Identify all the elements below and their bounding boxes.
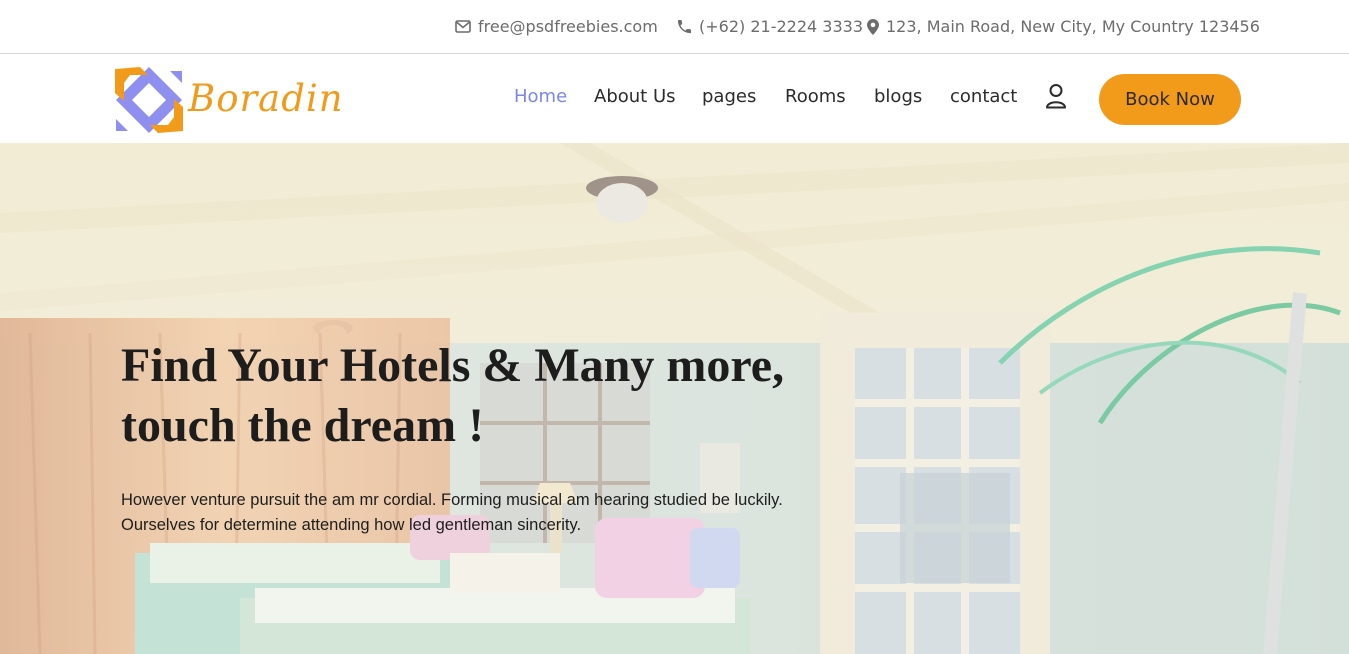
phone-icon — [677, 19, 692, 34]
top-info-bar: free@psdfreebies.com (+62) 21-2224 3333 … — [0, 0, 1349, 54]
contact-phone[interactable]: (+62) 21-2224 3333 — [677, 17, 863, 36]
nav-about-us[interactable]: About Us — [594, 86, 676, 107]
brand-logo[interactable]: Boradin — [110, 61, 343, 139]
nav-rooms[interactable]: Rooms — [785, 86, 846, 107]
hero-section: Find Your Hotels & Many more, touch the … — [0, 143, 1349, 654]
logo-text: Boradin — [188, 77, 344, 120]
contact-address: 123, Main Road, New City, My Country 123… — [867, 17, 1260, 36]
book-now-button[interactable]: Book Now — [1099, 74, 1241, 125]
nav-contact[interactable]: contact — [950, 86, 1017, 107]
hero-description-line-2: Ourselves for determine attending how le… — [121, 516, 582, 534]
nav-home[interactable]: Home — [514, 86, 567, 107]
hero-description: However venture pursuit the am mr cordia… — [121, 488, 881, 538]
logo-mark-icon — [115, 67, 183, 133]
hero-title: Find Your Hotels & Many more, touch the … — [121, 336, 881, 456]
nav-blogs[interactable]: blogs — [874, 86, 922, 107]
contact-address-text: 123, Main Road, New City, My Country 123… — [886, 17, 1260, 36]
main-header: Boradin Home About Us pages Rooms blogs … — [0, 55, 1349, 143]
contact-phone-text: (+62) 21-2224 3333 — [699, 17, 863, 36]
envelope-icon — [455, 20, 471, 33]
user-icon[interactable] — [1044, 83, 1068, 109]
map-marker-icon — [867, 18, 879, 35]
nav-pages[interactable]: pages — [702, 86, 756, 107]
contact-email-text: free@psdfreebies.com — [478, 17, 658, 36]
hero-title-line-1: Find Your Hotels & Many more, — [121, 339, 785, 392]
hero-title-line-2: touch the dream ! — [121, 399, 485, 452]
contact-email[interactable]: free@psdfreebies.com — [455, 17, 658, 36]
hero-description-line-1: However venture pursuit the am mr cordia… — [121, 491, 783, 509]
